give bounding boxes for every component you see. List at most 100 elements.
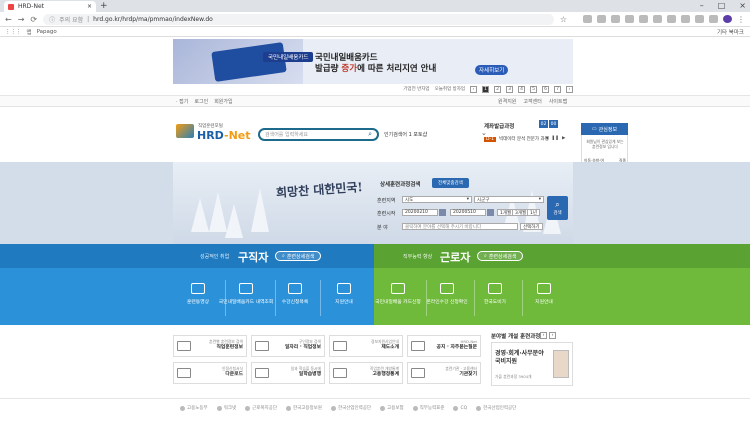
pager-prev[interactable]: ‹	[470, 85, 477, 93]
quick-box[interactable]: 훈련기관 · 고용센터 기관찾기	[407, 362, 481, 384]
calendar-icon[interactable]	[487, 209, 494, 216]
pager-page[interactable]: 1	[482, 85, 489, 93]
banner-detail-button[interactable]: 자세히보기	[475, 65, 509, 75]
extension-icon[interactable]	[597, 14, 606, 23]
extension-icon[interactable]	[695, 14, 704, 23]
pager-page[interactable]: 5	[530, 85, 537, 93]
new-tab-button[interactable]: +	[100, 1, 108, 11]
date-from-input[interactable]: 20200210	[402, 209, 438, 216]
forward-icon[interactable]: →	[18, 15, 25, 24]
pager-page[interactable]: 6	[542, 85, 549, 93]
quick-box[interactable]: 인정신청서식 다운로드	[173, 362, 247, 384]
apps-icon[interactable]: ⋮⋮⋮	[5, 29, 22, 35]
url-input[interactable]: ⓘ 주의 요함 | hrd.go.kr/hrdp/ma/pmmao/indexN…	[43, 13, 554, 25]
jobseeker-title[interactable]: 구직자	[238, 249, 268, 265]
quick-1year[interactable]: 1년	[527, 209, 541, 216]
footer-logo[interactable]: CQ	[453, 405, 467, 411]
close-window-icon[interactable]: ×	[739, 1, 746, 10]
extension-icon[interactable]	[709, 14, 718, 23]
logo-icon[interactable]	[176, 124, 194, 138]
custom-search-button[interactable]: 전체맞춤검색	[432, 178, 469, 188]
menu-icon[interactable]: ⋮	[737, 15, 745, 24]
collapse-link[interactable]: · 접기	[176, 98, 188, 105]
calendar-icon[interactable]	[439, 209, 446, 216]
quick-box[interactable]: 구인정보 검색 일자리 · 직업정보	[251, 335, 325, 357]
svc-guide[interactable]: 한국도비가	[467, 283, 523, 307]
logo[interactable]: HRD-Net	[197, 129, 251, 142]
new-course-text[interactable]: 경영·회계·사무분야 국비지원	[495, 350, 550, 366]
quick-box[interactable]: 직업훈련 개방통계 고용행정통계	[329, 362, 403, 384]
bookmark-apps[interactable]: 앱	[27, 28, 32, 36]
prev-icon[interactable]: ◀	[545, 136, 548, 141]
interest-panel-title[interactable]: ▭ 관심정보	[581, 123, 628, 135]
search-submit-button[interactable]: ⌕ 검색	[547, 196, 568, 220]
pager-page[interactable]: 7	[554, 85, 561, 93]
remote-support-link[interactable]: 원격지원	[498, 98, 516, 105]
extension-icon[interactable]	[681, 14, 690, 23]
svc-worker-support[interactable]: 지원안내	[516, 283, 572, 307]
svc-support[interactable]: 지원안내	[316, 283, 372, 307]
bookmark-other[interactable]: 기타 북마크	[717, 28, 744, 36]
quick-box[interactable]: 일과 학습을 동시에 일학습병행	[251, 362, 325, 384]
footer-logo[interactable]: 한국산업인력공단	[330, 405, 371, 411]
sitemap-link[interactable]: 사이트맵	[549, 98, 567, 105]
pause-icon[interactable]: ❚❚	[551, 136, 559, 141]
next-icon[interactable]: ▶	[562, 136, 565, 141]
promo-banner[interactable]: 국민내일배움카드 국민내일배움카드 발급량 증가에 따른 처리지연 안내 자세히…	[173, 39, 573, 84]
banner-tag[interactable]: 오늘취업 방자업	[435, 86, 465, 92]
popular-keywords[interactable]: 인기검색어 1 포토샵	[384, 131, 427, 138]
region-sido-select[interactable]: 시도 ▾	[402, 196, 472, 203]
signup-link[interactable]: 회원가입	[214, 98, 232, 105]
svc-card-apply[interactable]: 국민내일배움 카드신청	[370, 283, 426, 307]
field-select-button[interactable]: 선택하기	[520, 223, 543, 230]
footer-logo[interactable]: 고용노동부	[180, 405, 208, 411]
date-to-input[interactable]: 20200510	[450, 209, 486, 216]
login-link[interactable]: 로그인	[194, 98, 208, 105]
bookmark-papago[interactable]: Papago	[37, 29, 57, 35]
extension-icon[interactable]	[611, 14, 620, 23]
extension-icon[interactable]	[667, 14, 676, 23]
quick-box[interactable]: HRD-Net 공지 · 자주묻는질문	[407, 335, 481, 357]
customer-center-link[interactable]: 고객센터	[523, 98, 541, 105]
security-warning[interactable]: 주의 요함	[59, 15, 83, 24]
search-input[interactable]: 검색어를 입력하세요 ⌕	[258, 128, 379, 141]
region-sigungu-select[interactable]: 시군구 ▾	[474, 196, 544, 203]
svc-card-history[interactable]: 국민내일배움카드 내역조회	[218, 283, 274, 307]
extension-icon[interactable]	[625, 14, 634, 23]
reload-icon[interactable]: ⟳	[30, 15, 37, 24]
footer-logo[interactable]: 한국고용정보원	[285, 405, 322, 411]
footer-logo[interactable]: 고용보험	[380, 405, 404, 411]
quick-box[interactable]: 경보지원사업안내 제도소개	[329, 335, 403, 357]
pager-page[interactable]: 3	[506, 85, 513, 93]
footer-logo[interactable]: 근로복지공단	[245, 405, 277, 411]
footer-logo[interactable]: 워크넷	[216, 405, 236, 411]
pager-page[interactable]: 4	[518, 85, 525, 93]
worker-search-button[interactable]: ⌕ 훈련상세검색	[477, 251, 524, 261]
extension-icon[interactable]	[639, 14, 648, 23]
profile-avatar[interactable]	[723, 14, 732, 23]
close-tab-icon[interactable]: ×	[87, 3, 92, 10]
svc-enrollment[interactable]: 수강신청목록	[267, 283, 323, 307]
minimize-icon[interactable]: –	[700, 1, 704, 10]
url-text[interactable]: hrd.go.kr/hrdp/ma/pmmao/indexNew.do	[93, 16, 213, 23]
footer-logo[interactable]: 한국산업인력공단	[476, 405, 516, 411]
pager-page[interactable]: 2	[494, 85, 501, 93]
maximize-icon[interactable]: □	[718, 1, 726, 10]
quick-box[interactable]: 훈련별 훈련정보 검색 직업훈련정보	[173, 335, 247, 357]
pager-next[interactable]: ›	[566, 85, 573, 93]
recommend-tab[interactable]: 00	[549, 120, 558, 128]
jobseeker-search-button[interactable]: ⌕ 훈련상세검색	[275, 251, 322, 261]
search-icon[interactable]: ⌕	[368, 130, 372, 139]
footer-logo[interactable]: 직무능력표준	[412, 405, 444, 411]
recommend-item[interactable]: D-1 빅데이터 분석 전문가 과정	[484, 136, 549, 142]
browser-tab[interactable]: HRD-Net ×	[4, 1, 96, 12]
info-icon[interactable]: ⓘ	[49, 15, 55, 24]
back-icon[interactable]: ←	[5, 15, 12, 24]
recommend-tab[interactable]: 02	[539, 120, 548, 128]
star-icon[interactable]: ☆	[560, 15, 567, 24]
banner-tag[interactable]: 기업전 반자업	[403, 86, 429, 92]
worker-title[interactable]: 근로자	[440, 249, 470, 265]
field-input[interactable]: 클릭하여 분야를 선택해 주시기 바랍니다	[402, 223, 518, 230]
prev-icon[interactable]: ‹	[540, 332, 547, 339]
next-icon[interactable]: ›	[549, 332, 556, 339]
